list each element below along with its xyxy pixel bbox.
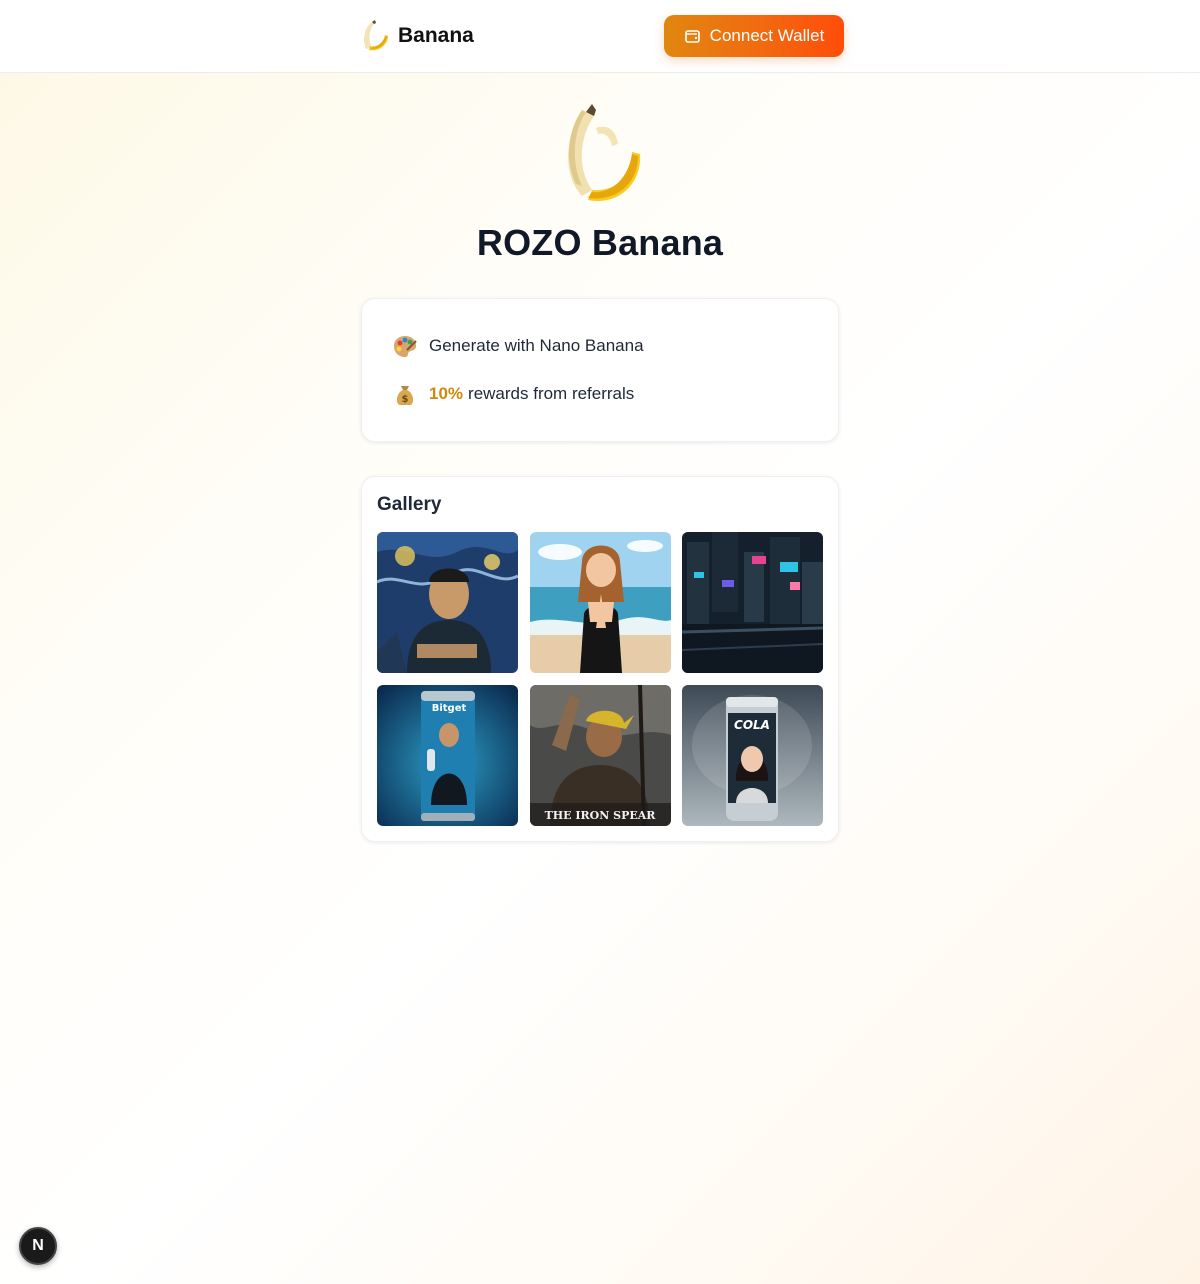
svg-text:$: $ [402, 394, 409, 405]
can-label-text: COLA [734, 718, 770, 732]
top-nav: Banana Connect Wallet [0, 0, 1200, 73]
feature-text: Generate with Nano Banana [429, 336, 644, 355]
gallery-image-bitget-can[interactable]: Bitget [377, 685, 518, 826]
page-title: ROZO Banana [476, 222, 724, 263]
poster-title-text: THE IRON SPEAR [545, 809, 657, 822]
palette-icon [394, 336, 417, 357]
gallery-image-cyber-city[interactable] [682, 532, 823, 673]
gallery-title: Gallery [377, 494, 442, 515]
features-card [361, 298, 839, 442]
framework-badge[interactable]: N [19, 1227, 57, 1265]
money-bag-icon: $ [396, 386, 414, 405]
gallery-image-starry-portrait[interactable] [377, 532, 518, 673]
gallery-image-iron-spear[interactable]: THE IRON SPEAR [530, 685, 671, 826]
feature-referrals: $ 10% rewards from referrals [391, 379, 634, 409]
wallet-icon [684, 29, 700, 43]
referral-percentage: 10% [429, 384, 464, 403]
gallery-image-beach-yoga[interactable] [530, 532, 671, 673]
can-brand-text: Bitget [432, 703, 467, 714]
connect-wallet-label: Connect Wallet [709, 26, 825, 45]
banana-icon [568, 104, 641, 201]
connect-wallet-button[interactable]: Connect Wallet [664, 15, 844, 57]
gallery-image-cola-can[interactable]: COLA [682, 685, 823, 826]
banana-icon [364, 20, 388, 51]
feature-generate: Generate with Nano Banana [391, 331, 644, 361]
brand-name: Banana [398, 24, 474, 47]
feature-text: rewards from referrals [468, 384, 635, 403]
brand[interactable]: Banana [360, 18, 474, 54]
